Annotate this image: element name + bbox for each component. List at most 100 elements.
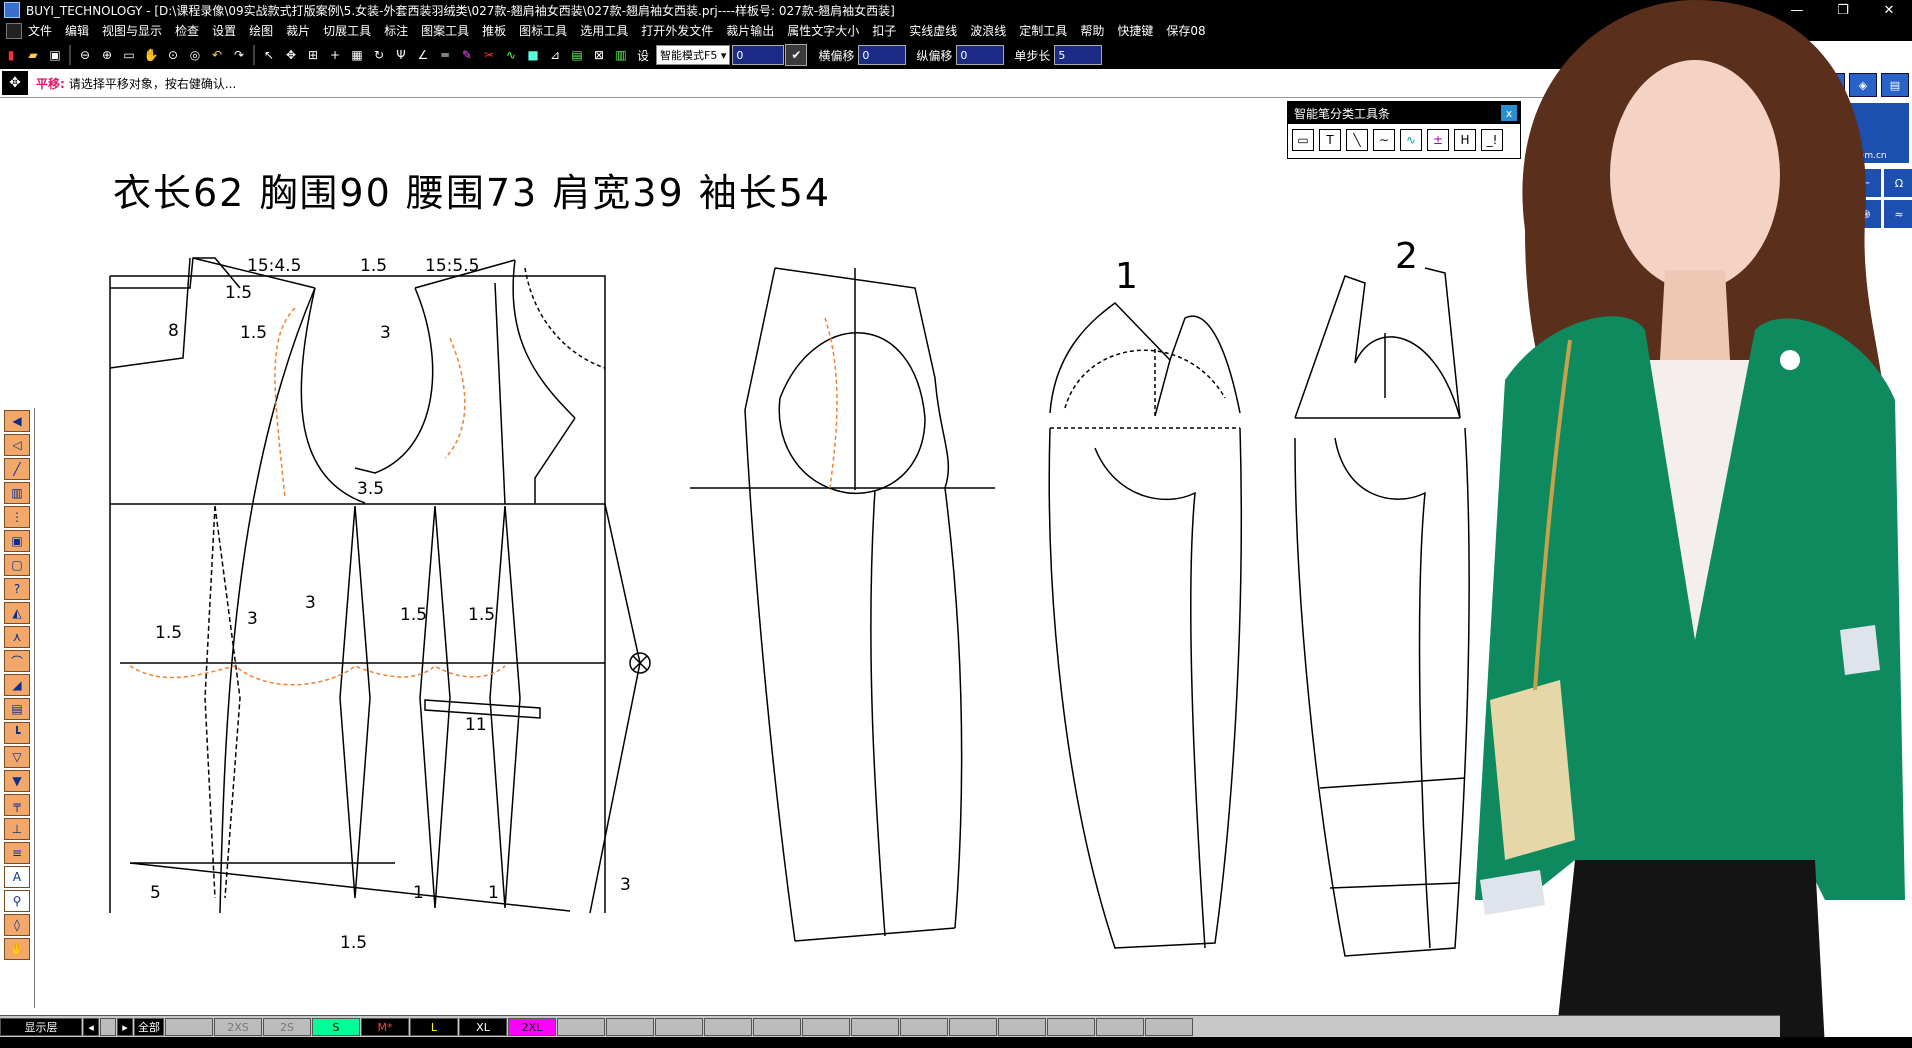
color-icon[interactable]: ■ [523, 45, 543, 65]
mirror-icon[interactable]: Ψ [391, 45, 411, 65]
t-square-icon[interactable]: T [1319, 129, 1341, 151]
angle-icon[interactable]: ∠ [413, 45, 433, 65]
move-icon[interactable]: ✥ [281, 45, 301, 65]
menu-check[interactable]: 检查 [175, 22, 199, 39]
size-s[interactable]: S [312, 1018, 360, 1036]
curve-pen-icon[interactable]: ∼ [1373, 129, 1395, 151]
size-slot-empty[interactable] [802, 1018, 850, 1036]
diagonal-line-icon[interactable]: ╲ [1346, 129, 1368, 151]
shape-icon[interactable]: ◭ [4, 602, 30, 624]
lines-icon[interactable]: ≡ [4, 842, 30, 864]
menu-view[interactable]: 视图与显示 [102, 22, 162, 39]
ruler-b-icon[interactable]: ╤ [4, 794, 30, 816]
save-icon[interactable]: ▣ [45, 45, 65, 65]
open-folder-icon[interactable]: ▰ [23, 45, 43, 65]
menu-pattern-tools[interactable]: 图案工具 [421, 22, 469, 39]
fit-window-icon[interactable]: ▭ [119, 45, 139, 65]
menu-icon-tools[interactable]: 图标工具 [519, 22, 567, 39]
pin-icon[interactable]: ⚲ [4, 890, 30, 912]
pen-icon[interactable]: ✎ [457, 45, 477, 65]
menu-shortcuts[interactable]: 快捷键 [1117, 22, 1153, 39]
h-offset-input[interactable]: 0 [858, 45, 907, 65]
zoom-area-icon[interactable]: ⊙ [163, 45, 183, 65]
new-file-icon[interactable]: ▮ [1, 45, 21, 65]
measure-icon[interactable]: ⊿ [545, 45, 565, 65]
text-tool-icon[interactable]: A [4, 866, 30, 888]
split-icon[interactable]: ⋮ [4, 506, 30, 528]
menu-draw[interactable]: 绘图 [249, 22, 273, 39]
confirm-icon[interactable]: ✔ [785, 44, 808, 66]
size-slot-empty[interactable] [1047, 1018, 1095, 1036]
size-slot-empty[interactable] [165, 1018, 213, 1036]
menu-text-size[interactable]: 属性文字大小 [787, 22, 859, 39]
size-2s[interactable]: 2S [263, 1018, 311, 1036]
curve-icon[interactable]: ∿ [501, 45, 521, 65]
menu-slash-spread[interactable]: 切展工具 [323, 22, 371, 39]
rotate-icon[interactable]: ↻ [369, 45, 389, 65]
disk-icon[interactable]: ▤ [4, 698, 30, 720]
menu-line-style[interactable]: 实线虚线 [909, 22, 957, 39]
box-icon[interactable]: ▢ [4, 554, 30, 576]
menu-save08[interactable]: 保存08 [1166, 22, 1205, 39]
align-icon[interactable]: ⊞ [303, 45, 323, 65]
zoom-extents-icon[interactable]: ◎ [185, 45, 205, 65]
frame-icon[interactable]: ▣ [4, 530, 30, 552]
redo-icon[interactable]: ↷ [229, 45, 249, 65]
menu-buttons[interactable]: 扣子 [872, 22, 896, 39]
wave-icon[interactable]: ∿ [1400, 129, 1422, 151]
size-slot-empty[interactable] [655, 1018, 703, 1036]
menu-annotate[interactable]: 标注 [384, 22, 408, 39]
drop-icon[interactable]: ◊ [4, 914, 30, 936]
menu-pieces[interactable]: 裁片 [286, 22, 310, 39]
menu-help[interactable]: 帮助 [1080, 22, 1104, 39]
zoom-out-icon[interactable]: ⊖ [75, 45, 95, 65]
level-icon[interactable]: ⊥ [4, 818, 30, 840]
mode-select[interactable]: 智能模式F5 ▾ [656, 45, 731, 65]
piece-icon[interactable]: ▤ [567, 45, 587, 65]
arrow-left-icon[interactable]: ◀ [4, 410, 30, 432]
size-xl[interactable]: XL [459, 1018, 507, 1036]
pan-hand-icon[interactable]: ✋ [141, 45, 161, 65]
size-l[interactable]: L [410, 1018, 458, 1036]
curve-tool-icon[interactable]: ⌒ [4, 650, 30, 672]
parallel-icon[interactable]: ═ [435, 45, 455, 65]
menu-open-external[interactable]: 打开外发文件 [641, 22, 713, 39]
v-offset-input[interactable]: 0 [956, 45, 1005, 65]
ruler-icon[interactable]: ▥ [4, 482, 30, 504]
hand-icon[interactable]: ✋ [4, 938, 30, 960]
menu-custom-tools[interactable]: 定制工具 [1019, 22, 1067, 39]
size-slot-empty[interactable] [1096, 1018, 1144, 1036]
triangle-icon[interactable]: ▼ [4, 770, 30, 792]
rectangle-icon[interactable]: ▭ [1292, 129, 1314, 151]
settings-icon[interactable]: 设 [633, 45, 653, 65]
table-icon[interactable]: ▥ [611, 45, 631, 65]
size-slot-empty[interactable] [704, 1018, 752, 1036]
all-sizes-button[interactable]: 全部 [134, 1018, 164, 1036]
mode-value-input[interactable]: 0 [732, 45, 785, 65]
size-slot-empty[interactable] [1145, 1018, 1193, 1036]
layer-next-button[interactable]: ▸ [117, 1018, 133, 1036]
menu-wave-line[interactable]: 波浪线 [970, 22, 1006, 39]
menu-grading[interactable]: 推板 [482, 22, 506, 39]
zoom-in-icon[interactable]: ⊕ [97, 45, 117, 65]
size-2xs[interactable]: 2XS [214, 1018, 262, 1036]
size-slot-empty[interactable] [851, 1018, 899, 1036]
size-2xl[interactable]: 2XL [508, 1018, 556, 1036]
menu-file[interactable]: 文件 [28, 22, 52, 39]
size-slot-empty[interactable] [949, 1018, 997, 1036]
scissors-icon[interactable]: ✂ [479, 45, 499, 65]
layer-prev-button[interactable]: ◂ [83, 1018, 99, 1036]
size-slot-empty[interactable] [998, 1018, 1046, 1036]
notch-icon[interactable]: ⋏ [4, 626, 30, 648]
select-icon[interactable]: ↖ [259, 45, 279, 65]
size-slot-empty[interactable] [900, 1018, 948, 1036]
slope-icon[interactable]: ◢ [4, 674, 30, 696]
size-slot-empty[interactable] [753, 1018, 801, 1036]
size-slot-empty[interactable] [606, 1018, 654, 1036]
menu-selected-tools[interactable]: 选用工具 [580, 22, 628, 39]
point-icon[interactable]: + [325, 45, 345, 65]
grid-icon[interactable]: ▦ [347, 45, 367, 65]
size-slot-empty[interactable] [557, 1018, 605, 1036]
menu-edit[interactable]: 编辑 [65, 22, 89, 39]
system-menu-icon[interactable] [6, 22, 22, 39]
